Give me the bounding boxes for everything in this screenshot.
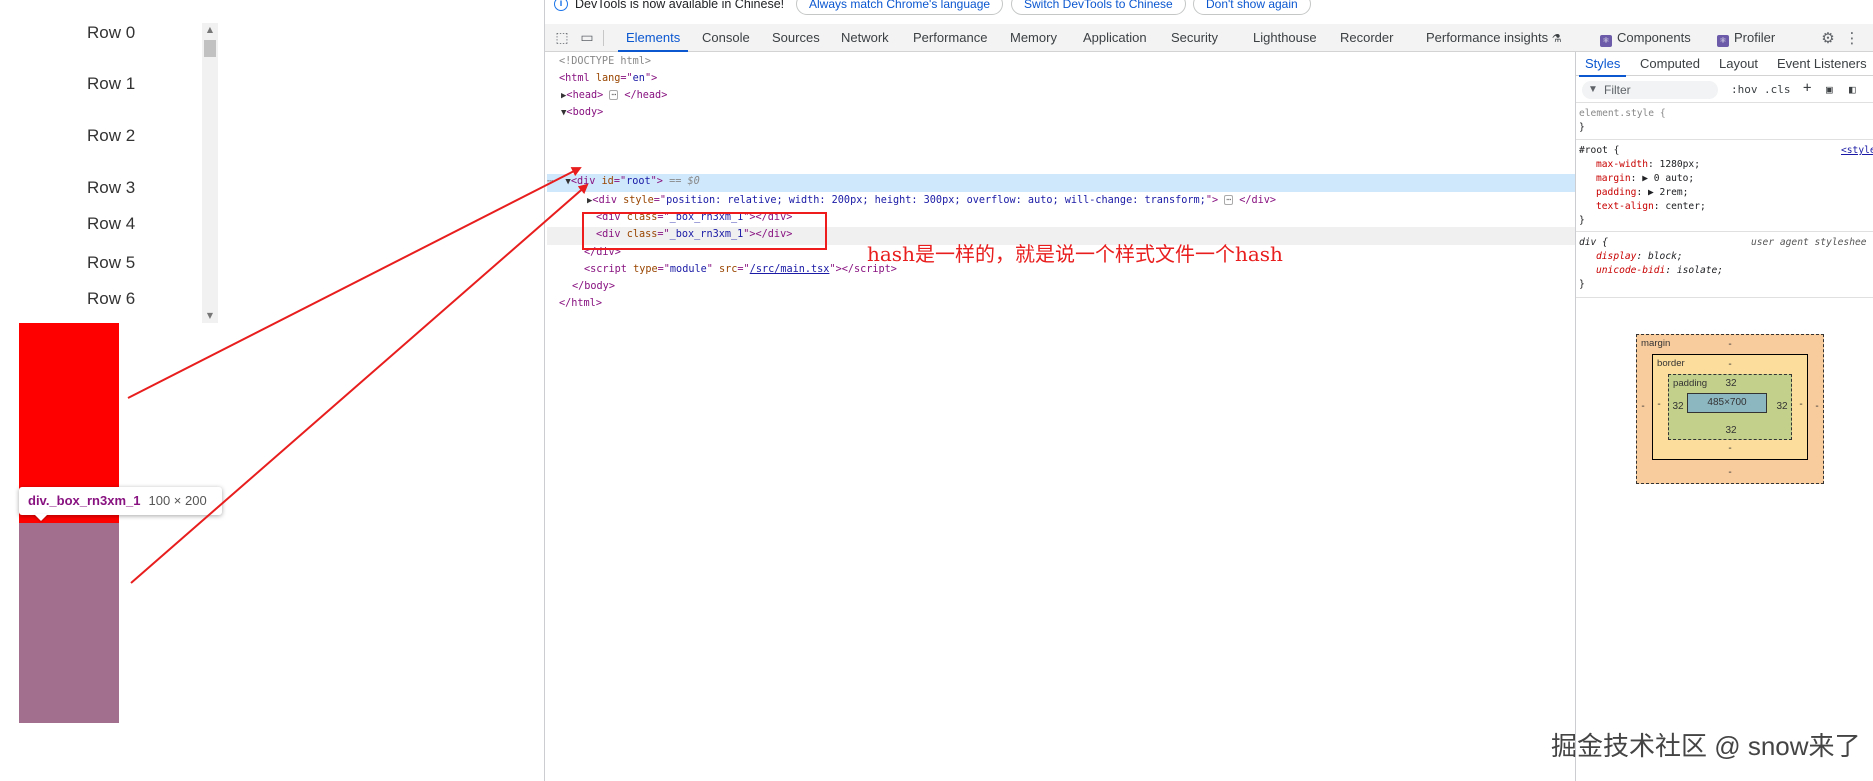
watermark: 掘金技术社区 @ snow来了: [1551, 731, 1861, 761]
annotation-arrows: [127, 167, 589, 584]
arrow-red-box-to-node: [127, 167, 582, 399]
arrow-purple-box-to-node: [130, 183, 589, 584]
